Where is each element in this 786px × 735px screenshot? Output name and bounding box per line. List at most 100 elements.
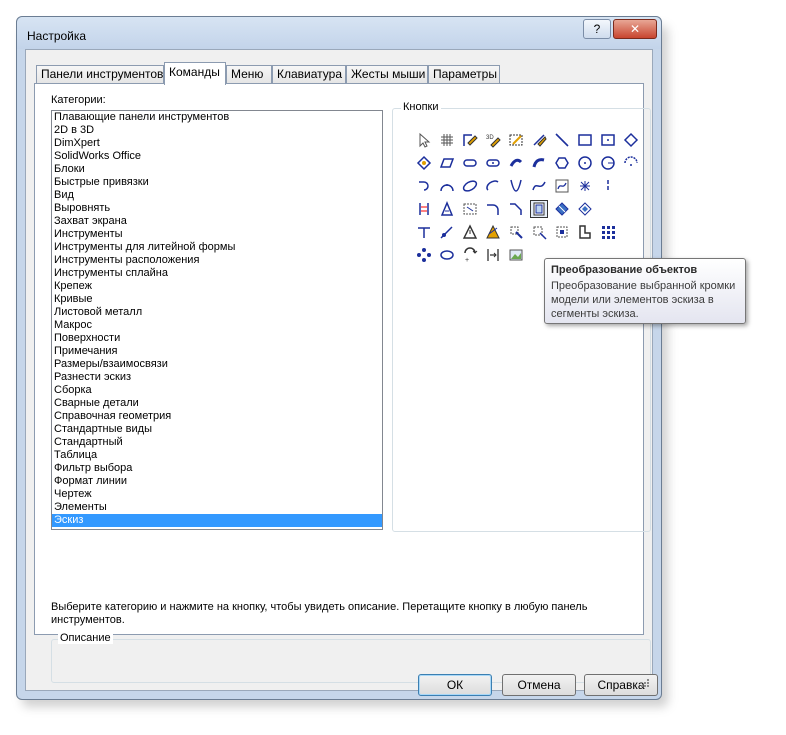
point-icon[interactable] (576, 177, 594, 195)
convert-entities-icon[interactable] (530, 200, 548, 218)
tab-toolbars[interactable]: Панели инструментов (36, 65, 164, 84)
center-slot-icon[interactable] (484, 154, 502, 172)
move-entities-icon-glyph (510, 226, 523, 239)
split-entities-icon[interactable] (461, 223, 479, 241)
category-item[interactable]: SolidWorks Office (52, 150, 382, 163)
chamfer-icon-glyph (510, 203, 522, 215)
copy-entities-icon[interactable] (576, 223, 594, 241)
category-item[interactable]: DimXpert (52, 137, 382, 150)
category-item[interactable]: Сборка (52, 384, 382, 397)
arc-slot-2-icon[interactable] (530, 154, 548, 172)
picture-icon[interactable] (507, 246, 525, 264)
category-item[interactable]: Эскиз (52, 514, 382, 527)
sketch-pencil-icon-glyph (463, 134, 478, 146)
sketch-picture-icon[interactable] (507, 131, 525, 149)
offset-plane-icon[interactable] (461, 200, 479, 218)
three-point-arc-icon[interactable] (438, 177, 456, 195)
category-item[interactable]: Таблица (52, 449, 382, 462)
polygon-hex-icon[interactable] (553, 154, 571, 172)
polygon-icon[interactable] (415, 154, 433, 172)
category-item[interactable]: Плавающие панели инструментов (52, 111, 382, 124)
trim-icon[interactable] (415, 223, 433, 241)
category-item[interactable]: Быстрые привязки (52, 176, 382, 189)
category-item[interactable]: Инструменты сплайна (52, 267, 382, 280)
rectangle-icon[interactable] (576, 131, 594, 149)
mirror-entities-icon[interactable] (415, 200, 433, 218)
smart-dimension-icon[interactable] (530, 131, 548, 149)
category-item[interactable]: Стандартные виды (52, 423, 382, 436)
category-item[interactable]: Крепеж (52, 280, 382, 293)
linear-pattern-icon[interactable] (599, 223, 617, 241)
offset-entities-icon[interactable] (576, 200, 594, 218)
centerline-icon[interactable] (599, 177, 617, 195)
tangent-arc-icon[interactable] (415, 177, 433, 195)
stretch-entities-icon[interactable] (484, 246, 502, 264)
parabola-icon[interactable] (507, 177, 525, 195)
circle-icon[interactable] (576, 154, 594, 172)
category-item[interactable]: Размеры/взаимосвязи (52, 358, 382, 371)
category-item[interactable]: Захват экрана (52, 215, 382, 228)
chamfer-icon[interactable] (507, 200, 525, 218)
close-button[interactable]: ✕ (613, 19, 657, 39)
equation-spline-icon[interactable] (553, 177, 571, 195)
intersection-curve-icon[interactable] (553, 200, 571, 218)
scale-entities-icon[interactable] (553, 223, 571, 241)
category-item[interactable]: Разнести эскиз (52, 371, 382, 384)
category-item[interactable]: Формат линии (52, 475, 382, 488)
fillet-icon[interactable] (484, 200, 502, 218)
category-item[interactable]: Примечания (52, 345, 382, 358)
tab-keyboard[interactable]: Клавиатура (272, 65, 346, 84)
category-item[interactable]: Листовой металл (52, 306, 382, 319)
category-item[interactable]: Поверхности (52, 332, 382, 345)
tab-options[interactable]: Параметры (428, 65, 500, 84)
ellipse-icon[interactable] (461, 177, 479, 195)
centerpoint-arc-icon[interactable] (622, 154, 640, 172)
tab-mouse-gestures[interactable]: Жесты мыши (346, 65, 428, 84)
circular-pattern-icon[interactable] (415, 246, 433, 264)
category-item[interactable]: Стандартный (52, 436, 382, 449)
category-item[interactable]: Выровнять (52, 202, 382, 215)
text-icon[interactable] (438, 200, 456, 218)
move-entities-icon[interactable] (507, 223, 525, 241)
category-item[interactable]: Справочная геометрия (52, 410, 382, 423)
perimeter-circle-icon[interactable] (599, 154, 617, 172)
cancel-button[interactable]: Отмена (502, 674, 576, 696)
rotate-entities-icon[interactable] (530, 223, 548, 241)
title-bar[interactable]: Настройка ? ✕ (17, 17, 661, 49)
sketch-pencil-icon[interactable] (461, 131, 479, 149)
tab-commands[interactable]: Команды (164, 62, 226, 85)
category-item[interactable]: Кривые (52, 293, 382, 306)
parallelogram-diamond-icon[interactable] (622, 131, 640, 149)
category-item[interactable]: Инструменты расположения (52, 254, 382, 267)
category-item[interactable]: Сварные детали (52, 397, 382, 410)
category-item[interactable]: Инструменты (52, 228, 382, 241)
spline-icon[interactable] (530, 177, 548, 195)
select-arrow-icon[interactable] (415, 131, 433, 149)
category-item[interactable]: Фильтр выбора (52, 462, 382, 475)
slot-icon[interactable] (461, 154, 479, 172)
categories-listbox[interactable]: Плавающие панели инструментов 2D в 3D DimX… (51, 110, 383, 530)
help-button[interactable]: ? (583, 19, 611, 39)
modify-sketch-icon[interactable]: + (461, 246, 479, 264)
construction-geometry-icon[interactable] (484, 223, 502, 241)
category-item[interactable]: Вид (52, 189, 382, 202)
category-item[interactable]: Макрос (52, 319, 382, 332)
3d-sketch-icon[interactable]: 3D (484, 131, 502, 149)
category-item[interactable]: 2D в 3D (52, 124, 382, 137)
extend-icon[interactable] (438, 223, 456, 241)
sketch-loop-icon[interactable] (438, 246, 456, 264)
line-icon[interactable] (553, 131, 571, 149)
arc-slot-icon[interactable] (507, 154, 525, 172)
category-item[interactable]: Чертеж (52, 488, 382, 501)
grid-icon[interactable] (438, 131, 456, 149)
smart-dimension-icon-glyph (533, 134, 547, 147)
tab-menu[interactable]: Меню (226, 65, 272, 84)
center-rectangle-icon[interactable] (599, 131, 617, 149)
category-item[interactable]: Элементы (52, 501, 382, 514)
parallelogram-icon[interactable] (438, 154, 456, 172)
ok-button[interactable]: ОК (418, 674, 492, 696)
category-item[interactable]: Инструменты для литейной формы (52, 241, 382, 254)
category-item[interactable]: Блоки (52, 163, 382, 176)
resize-grip-icon[interactable] (640, 678, 650, 688)
partial-ellipse-icon[interactable] (484, 177, 502, 195)
